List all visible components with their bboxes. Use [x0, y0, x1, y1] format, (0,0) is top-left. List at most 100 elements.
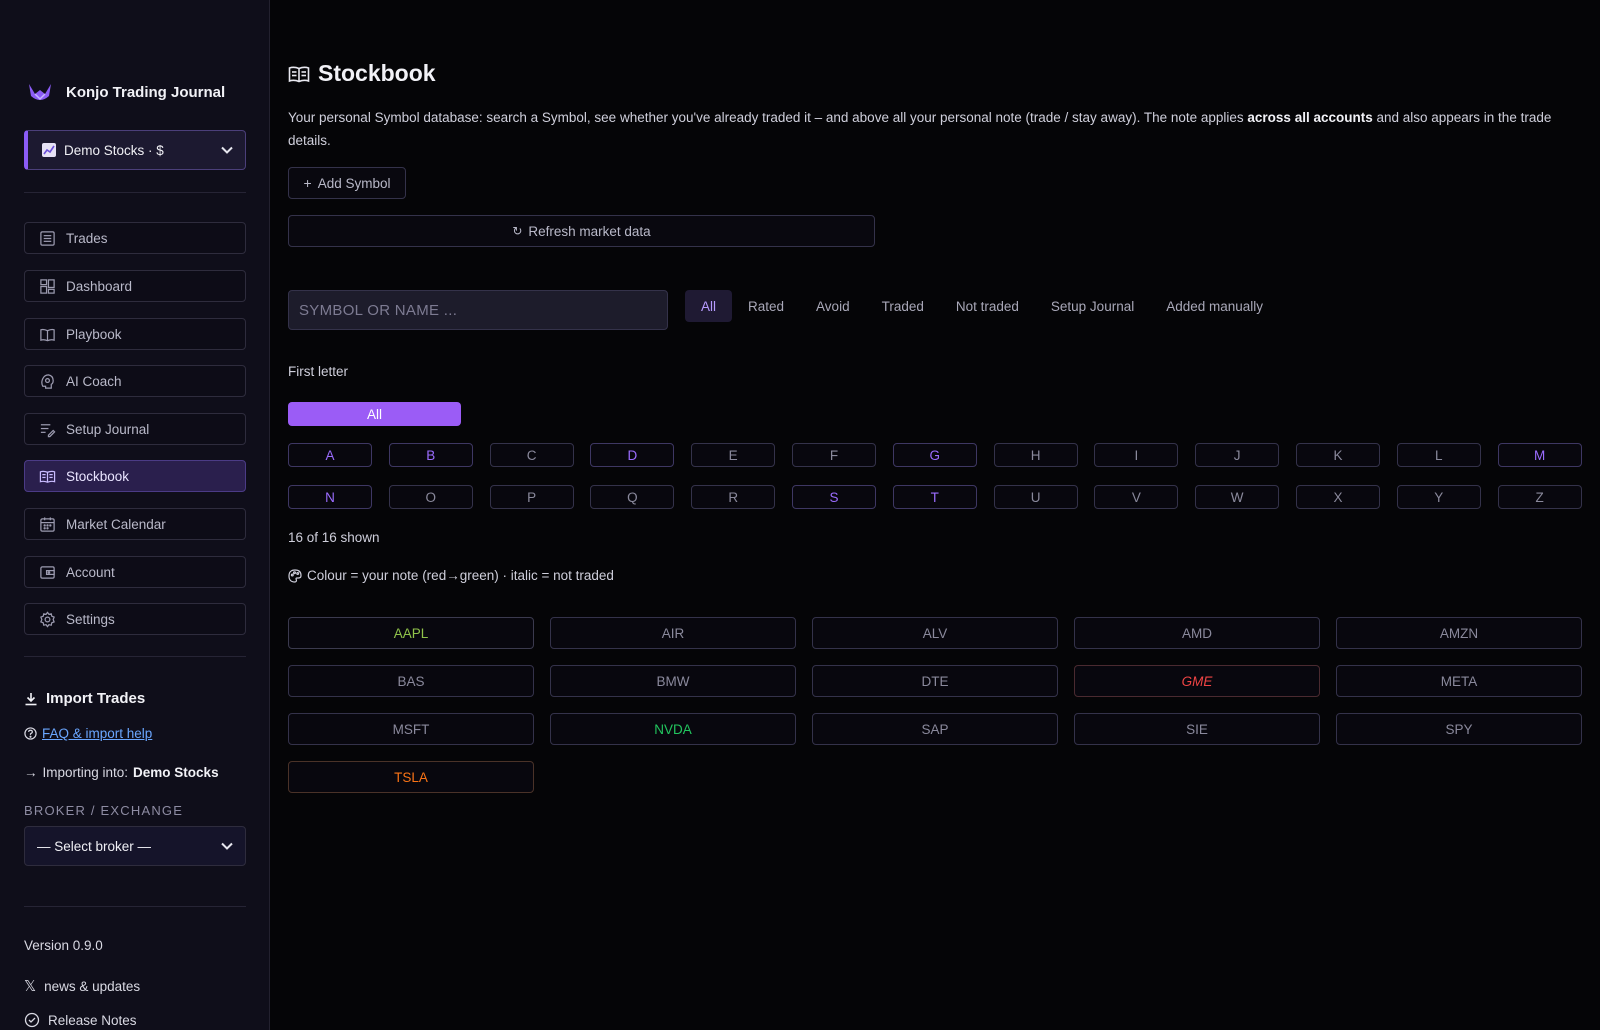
letter-filter-j[interactable]: J — [1195, 443, 1280, 467]
sidebar-item-dashboard[interactable]: Dashboard — [24, 270, 246, 302]
broker-select-value: — Select broker — — [37, 838, 152, 854]
account-select-label: Demo Stocks · $ — [64, 142, 164, 158]
page-description: Your personal Symbol database: search a … — [288, 106, 1582, 152]
page-title-text: Stockbook — [318, 60, 436, 86]
filter-tab-added-manually[interactable]: Added manually — [1150, 290, 1279, 322]
plus-icon: + — [303, 175, 312, 191]
page-title: Stockbook — [288, 60, 436, 87]
symbol-chip-spy[interactable]: SPY — [1336, 713, 1582, 745]
letter-filter-all[interactable]: All — [288, 402, 461, 426]
letter-filter-y[interactable]: Y — [1396, 485, 1481, 509]
sidebar-item-trades[interactable]: Trades — [24, 222, 246, 254]
filter-tab-avoid[interactable]: Avoid — [800, 290, 866, 322]
sidebar-item-label: AI Coach — [66, 373, 122, 389]
sidebar-item-market-calendar[interactable]: Market Calendar — [24, 508, 246, 540]
symbol-chip-aapl[interactable]: AAPL — [288, 617, 534, 649]
chevron-down-icon — [221, 842, 233, 850]
gear-icon — [40, 610, 55, 628]
symbol-chip-dte[interactable]: DTE — [812, 665, 1058, 697]
letter-filter-v[interactable]: V — [1094, 485, 1179, 509]
brand[interactable]: Konjo Trading Journal — [26, 80, 225, 104]
sidebar-item-label: Dashboard — [66, 278, 133, 294]
letter-filter-a[interactable]: A — [288, 443, 372, 467]
letter-filter-k[interactable]: K — [1295, 443, 1380, 467]
symbol-chip-sie[interactable]: SIE — [1074, 713, 1320, 745]
shown-count: 16 of 16 shown — [288, 530, 380, 545]
release-notes-label: Release Notes — [48, 1012, 137, 1028]
letter-filter-z[interactable]: Z — [1497, 485, 1582, 509]
broker-select[interactable]: — Select broker — — [24, 826, 246, 866]
symbol-chip-amzn[interactable]: AMZN — [1336, 617, 1582, 649]
letter-filter-p[interactable]: P — [489, 485, 574, 509]
sidebar-item-account[interactable]: Account — [24, 556, 246, 588]
letter-filter-e[interactable]: E — [691, 443, 776, 467]
search-input[interactable] — [288, 290, 668, 330]
filter-tab-traded[interactable]: Traded — [866, 290, 940, 322]
logo-icon — [29, 84, 51, 101]
importing-into-account: Demo Stocks — [133, 765, 219, 780]
sidebar-item-setup-journal[interactable]: Setup Journal — [24, 413, 246, 445]
filter-tab-setup-journal[interactable]: Setup Journal — [1035, 290, 1150, 322]
faq-import-help-link[interactable]: FAQ & import help — [42, 726, 152, 741]
news-link[interactable]: 𝕏 news & updates — [24, 977, 140, 995]
symbol-chip-air[interactable]: AIR — [550, 617, 796, 649]
letter-filter-b[interactable]: B — [388, 443, 473, 467]
chart-icon — [42, 143, 56, 157]
letter-filter-u[interactable]: U — [993, 485, 1078, 509]
letter-filter-h[interactable]: H — [993, 443, 1078, 467]
symbol-chip-msft[interactable]: MSFT — [288, 713, 534, 745]
symbol-chip-nvda[interactable]: NVDA — [550, 713, 796, 745]
symbol-chip-bas[interactable]: BAS — [288, 665, 534, 697]
symbol-chip-bmw[interactable]: BMW — [550, 665, 796, 697]
list-icon — [40, 230, 55, 246]
filter-tab-all[interactable]: All — [685, 290, 733, 322]
symbol-chip-alv[interactable]: ALV — [812, 617, 1058, 649]
description-text: Your personal Symbol database: search a … — [288, 110, 1248, 125]
letter-filter-grid: ABCDEFGHIJKLM NOPQRSTUVWXYZ — [288, 443, 1582, 509]
help-circle-icon — [24, 727, 37, 740]
letter-filter-o[interactable]: O — [388, 485, 473, 509]
download-icon — [25, 692, 37, 705]
symbol-chip-meta[interactable]: META — [1336, 665, 1582, 697]
letter-filter-l[interactable]: L — [1396, 443, 1481, 467]
filter-tab-not-traded[interactable]: Not traded — [940, 290, 1035, 322]
letter-filter-x[interactable]: X — [1295, 485, 1380, 509]
letter-filter-i[interactable]: I — [1094, 443, 1179, 467]
sidebar-item-stockbook[interactable]: Stockbook — [24, 460, 246, 492]
letter-filter-f[interactable]: F — [791, 443, 876, 467]
letter-filter-r[interactable]: R — [691, 485, 776, 509]
symbol-chip-amd[interactable]: AMD — [1074, 617, 1320, 649]
letter-filter-d[interactable]: D — [590, 443, 675, 467]
import-trades-title: Import Trades — [46, 690, 146, 707]
letter-filter-w[interactable]: W — [1195, 485, 1280, 509]
refresh-market-data-button[interactable]: ↻ Refresh market data — [288, 215, 875, 247]
refresh-icon: ↻ — [512, 224, 523, 238]
faq-link-row: FAQ & import help — [24, 726, 152, 741]
add-symbol-button[interactable]: + Add Symbol — [288, 167, 406, 199]
sidebar-item-label: Trades — [66, 230, 108, 246]
letter-filter-m[interactable]: M — [1497, 443, 1582, 467]
letter-filter-q[interactable]: Q — [590, 485, 675, 509]
sidebar-item-settings[interactable]: Settings — [24, 603, 246, 635]
news-label: news & updates — [44, 978, 141, 994]
letter-filter-c[interactable]: C — [489, 443, 574, 467]
sidebar-item-ai-coach[interactable]: AI Coach — [24, 365, 246, 397]
sidebar-item-playbook[interactable]: Playbook — [24, 318, 246, 350]
filter-tab-rated[interactable]: Rated — [732, 290, 800, 322]
symbol-chip-tsla[interactable]: TSLA — [288, 761, 534, 793]
sidebar-item-label: Setup Journal — [66, 421, 150, 437]
letter-filter-t[interactable]: T — [892, 485, 977, 509]
arrow-right-icon: → — [24, 765, 38, 780]
release-notes-link[interactable]: Release Notes — [24, 1012, 137, 1028]
brain-icon — [41, 373, 54, 389]
letter-filter-g[interactable]: G — [892, 443, 977, 467]
symbol-chip-sap[interactable]: SAP — [812, 713, 1058, 745]
sidebar-divider — [24, 656, 246, 657]
sidebar-item-label: Stockbook — [66, 468, 130, 484]
refresh-label: Refresh market data — [528, 223, 651, 239]
letter-filter-s[interactable]: S — [791, 485, 876, 509]
legend-text: Colour = your note (red→green) · italic … — [307, 568, 614, 583]
symbol-chip-gme[interactable]: GME — [1074, 665, 1320, 697]
letter-filter-n[interactable]: N — [288, 485, 372, 509]
account-select[interactable]: Demo Stocks · $ — [24, 130, 246, 170]
